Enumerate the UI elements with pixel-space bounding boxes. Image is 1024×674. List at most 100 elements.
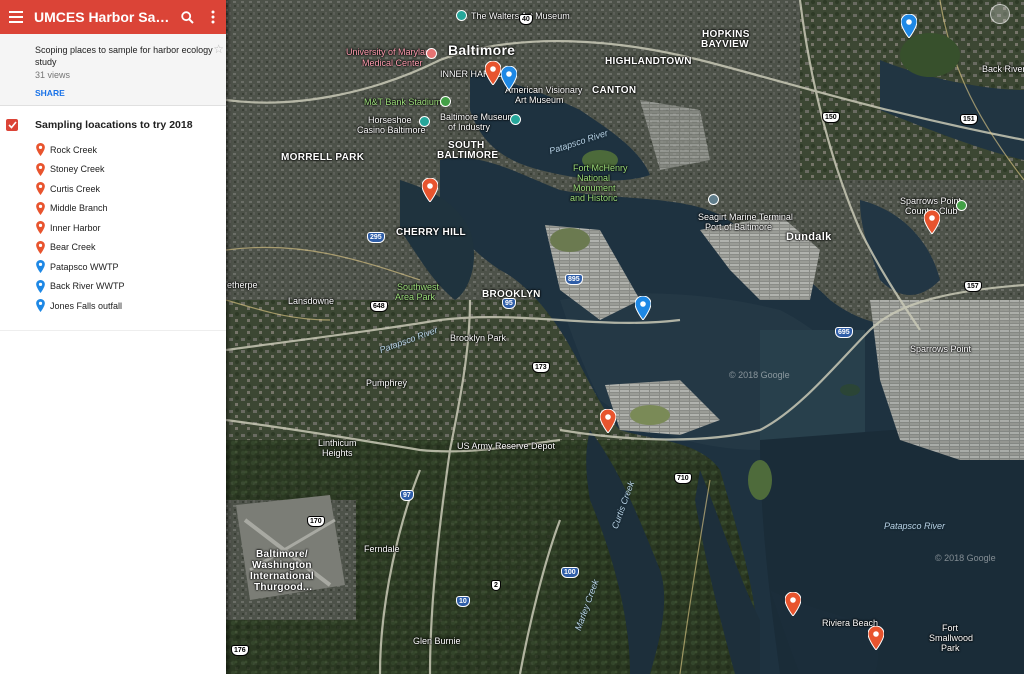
map-label-pumphrey: Pumphrey [366,378,408,388]
map-pin-icon [36,201,45,215]
description-text: Scoping places to sample for harbor ecol… [35,45,213,67]
highway-shield-40: 40 [519,14,533,25]
map-pin-icon [36,260,45,274]
map-label-back-river: Back River [982,64,1024,74]
layer-title: Sampling loacations to try 2018 [35,119,193,131]
legend-panel: UMCES Harbor Samplin... Scoping places t… [0,0,226,674]
map-label-seagirt-2: Port of Baltimore [705,222,773,232]
map-label-south-baltimore-2: BALTIMORE [437,150,499,161]
stadium-poi-icon[interactable] [440,96,451,107]
map-label-bwi-2: Washington [252,560,312,571]
museum-poi-icon[interactable] [456,10,467,21]
map-label-morrell-park: MORRELL PARK [281,152,365,163]
legend-item-stoney-creek[interactable]: Stoney Creek [0,160,226,180]
map-label-seagirt: Seagirt Marine Terminal [698,212,793,222]
map-label-bwi-3: International [250,571,314,582]
map-description: Scoping places to sample for harbor ecol… [0,34,226,106]
more-options-button[interactable] [200,0,226,34]
layer-items: Rock Creek Stoney Creek Curtis Creek Mid… [0,140,226,316]
menu-button[interactable] [4,0,28,34]
map-label-fort-mchenry-3: Monument [573,183,616,193]
compass-icon[interactable] [990,4,1010,24]
share-button[interactable]: SHARE [35,88,220,98]
highway-shield-95: 95 [502,298,516,309]
highway-shield-176: 176 [231,645,249,656]
highway-shield-157: 157 [964,281,982,292]
legend-item-label: Stoney Creek [50,164,105,175]
legend-item-label: Patapsco WWTP [50,261,119,272]
map-label-horseshoe: Horseshoe [368,115,412,125]
map-label-cherry-hill: CHERRY HILL [396,227,466,238]
pin-rock-creek[interactable] [868,626,884,650]
map-label-avam-2: Art Museum [515,95,564,105]
museum-poi-icon[interactable] [510,114,521,125]
map-label-us-army: US Army Reserve Depot [457,441,556,451]
map-label-linthicum-2: Heights [322,448,353,458]
legend-item-label: Back River WWTP [50,281,125,292]
pin-patapsco-wwtp[interactable] [635,296,651,320]
map-label-fort-mchenry-4: and Historic [570,193,618,203]
menu-icon [9,11,23,23]
star-icon[interactable]: ☆ [213,42,224,56]
map-label-fort-mchenry-2: National [577,173,611,183]
highway-shield-170: 170 [307,516,325,527]
museum-poi-icon[interactable] [419,116,430,127]
map-label-umd-2: Medical Center [362,58,423,68]
map-label-southwest-area-2: Area Park [395,292,436,302]
highway-shield-100: 100 [561,567,579,578]
pin-middle-branch[interactable] [422,178,438,202]
legend-item-back-river-wwtp[interactable]: Back River WWTP [0,277,226,297]
map-label-hopkins-2: BAYVIEW [701,39,749,50]
map-pin-icon [36,299,45,313]
view-count: 31 views [35,70,71,80]
pin-stoney-creek[interactable] [785,592,801,616]
search-icon [180,10,194,24]
hospital-poi-icon[interactable] [426,48,437,59]
map-label-southwest-area: Southwest [397,282,440,292]
search-button[interactable] [174,0,200,34]
checkmark-icon [7,121,17,129]
layer-section: Sampling loacations to try 2018 Rock Cre… [0,106,226,331]
legend-item-inner-harbor[interactable]: Inner Harbor [0,218,226,238]
map-label-fort-smallwood-3: Park [941,643,960,653]
map-label-brooklyn-park: Brooklyn Park [450,333,507,343]
legend-item-curtis-creek[interactable]: Curtis Creek [0,179,226,199]
map-pin-icon [36,143,45,157]
golf-poi-icon[interactable] [956,200,967,211]
highway-shield-151: 151 [960,114,978,125]
port-poi-icon[interactable] [708,194,719,205]
layer-checkbox[interactable] [6,119,18,131]
legend-item-label: Inner Harbor [50,222,101,233]
legend-item-patapsco-wwtp[interactable]: Patapsco WWTP [0,257,226,277]
pin-back-river-wwtp[interactable] [901,14,917,38]
map-label-sparrows-point-cc: Sparrows Point [900,196,962,206]
map-pin-icon [36,182,45,196]
highway-shield-710: 710 [674,473,692,484]
map-label-baltimore: Baltimore [448,42,516,58]
map-label-linthicum: Linthicum [318,438,357,448]
legend-item-label: Jones Falls outfall [50,300,123,311]
map-label-glen-burnie: Glen Burnie [413,636,461,646]
map-label-fort-smallwood-2: Smallwood [929,633,974,643]
map-label-umd: University of Maryland [346,47,436,57]
map-label-fort-mchenry: Fort McHenry [573,163,628,173]
legend-item-label: Rock Creek [50,144,98,155]
map-label-bwi-4: Thurgood... [254,582,313,593]
pin-curtis-creek[interactable] [600,409,616,433]
legend-item-label: Bear Creek [50,242,96,253]
legend-item-jones-falls-outfall[interactable]: Jones Falls outfall [0,296,226,316]
pin-inner-harbor[interactable] [485,61,501,85]
legend-item-middle-branch[interactable]: Middle Branch [0,199,226,219]
map-label-canton: CANTON [592,85,637,96]
map-pin-icon [36,240,45,254]
legend-item-rock-creek[interactable]: Rock Creek [0,140,226,160]
map-pin-icon [36,221,45,235]
map-pin-icon [36,279,45,293]
legend-item-label: Curtis Creek [50,183,101,194]
pin-jones-falls-outfall[interactable] [501,66,517,90]
legend-item-bear-creek[interactable]: Bear Creek [0,238,226,258]
layer-header: Sampling loacations to try 2018 [0,116,226,134]
pin-bear-creek[interactable] [924,210,940,234]
map-label-fort-smallwood: Fort [942,623,959,633]
title-bar: UMCES Harbor Samplin... [0,0,226,34]
